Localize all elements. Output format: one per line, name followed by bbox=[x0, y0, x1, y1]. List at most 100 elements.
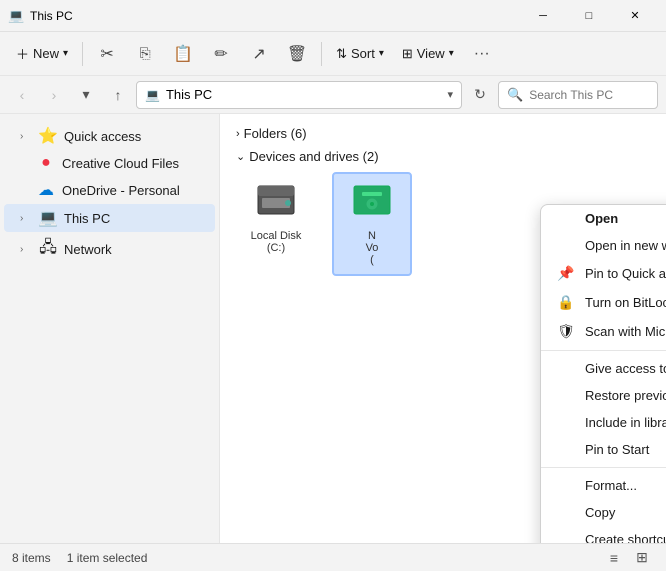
close-button[interactable]: ✕ bbox=[612, 0, 658, 32]
sidebar-item-label: Quick access bbox=[64, 129, 141, 144]
paste-button[interactable]: 📋 bbox=[165, 36, 201, 72]
ctx-library-label: Include in library bbox=[585, 415, 666, 430]
delete-icon: 🗑 bbox=[287, 44, 307, 64]
this-pc-icon: 💻 bbox=[145, 88, 160, 102]
address-bar[interactable]: 💻 This PC ▾ bbox=[136, 81, 462, 109]
title-bar: 💻 This PC ─ □ ✕ bbox=[0, 0, 666, 32]
new-button[interactable]: ＋ New ▾ bbox=[8, 40, 76, 67]
local-disk-icon bbox=[256, 182, 296, 226]
ctx-restore-versions[interactable]: Restore previous versions bbox=[541, 382, 666, 409]
grid-view-button[interactable]: ⊞ bbox=[630, 546, 654, 570]
quick-access-icon: ⭐ bbox=[38, 126, 58, 146]
sidebar-item-label: Network bbox=[64, 242, 112, 257]
cut-button[interactable]: ✂ bbox=[89, 36, 125, 72]
more-options-button[interactable]: ··· bbox=[464, 36, 500, 72]
selection-status: 1 item selected bbox=[67, 551, 148, 565]
window-title: This PC bbox=[30, 9, 520, 23]
minimize-button[interactable]: ─ bbox=[520, 0, 566, 32]
volume-item[interactable]: NVo( bbox=[332, 172, 412, 276]
share-button[interactable]: ↗ bbox=[241, 36, 277, 72]
sidebar-item-network[interactable]: › 🖧 Network bbox=[4, 232, 215, 267]
back-button[interactable]: ‹ bbox=[8, 81, 36, 109]
copy-button[interactable]: ⎘ bbox=[127, 36, 163, 72]
address-chevron-icon: ▾ bbox=[447, 88, 453, 101]
cut-icon: ✂ bbox=[100, 44, 113, 64]
local-disk-item[interactable]: Local Disk (C:) bbox=[236, 172, 316, 276]
this-pc-expand-icon: › bbox=[20, 213, 32, 224]
ctx-pin-start[interactable]: Pin to Start bbox=[541, 436, 666, 463]
search-box[interactable]: 🔍 bbox=[498, 81, 658, 109]
sidebar-item-label: Creative Cloud Files bbox=[62, 156, 179, 171]
paste-icon: 📋 bbox=[173, 44, 193, 64]
sidebar-item-quick-access[interactable]: › ⭐ Quick access bbox=[4, 122, 215, 150]
sort-chevron-icon: ▾ bbox=[379, 48, 384, 59]
sidebar-item-label: This PC bbox=[64, 211, 110, 226]
quick-access-expand-icon: › bbox=[20, 131, 32, 142]
sort-icon: ⇅ bbox=[336, 46, 347, 62]
ctx-open-label: Open bbox=[585, 211, 618, 226]
status-view-controls: ≡ ⊞ bbox=[602, 546, 654, 570]
rename-icon: ✏ bbox=[214, 44, 227, 64]
devices-chevron-icon[interactable]: ⌄ bbox=[236, 150, 245, 163]
network-expand-icon: › bbox=[20, 244, 32, 255]
ctx-copy[interactable]: Copy bbox=[541, 499, 666, 526]
up-button[interactable]: ↑ bbox=[104, 81, 132, 109]
sort-button[interactable]: ⇅ Sort ▾ bbox=[328, 42, 392, 66]
ctx-give-access-label: Give access to bbox=[585, 361, 666, 376]
network-icon: 🖧 bbox=[38, 236, 58, 263]
main-layout: › ⭐ Quick access ● Creative Cloud Files … bbox=[0, 114, 666, 543]
search-input[interactable] bbox=[529, 88, 649, 102]
toolbar-separator-2 bbox=[321, 42, 322, 66]
local-disk-label: Local Disk (C:) bbox=[246, 230, 306, 254]
address-path: This PC bbox=[166, 87, 442, 102]
ctx-format[interactable]: Format... bbox=[541, 472, 666, 499]
search-icon: 🔍 bbox=[507, 87, 523, 103]
creative-cloud-icon: ● bbox=[36, 154, 56, 172]
ctx-defender[interactable]: 🛡 Scan with Microsoft Defender... bbox=[541, 317, 666, 346]
ctx-format-label: Format... bbox=[585, 478, 637, 493]
ctx-pin-quick-access[interactable]: 📌 Pin to Quick access bbox=[541, 259, 666, 288]
maximize-button[interactable]: □ bbox=[566, 0, 612, 32]
ctx-copy-label: Copy bbox=[585, 505, 615, 520]
sidebar-item-this-pc[interactable]: › 💻 This PC bbox=[4, 204, 215, 232]
ctx-open-new-window[interactable]: Open in new window bbox=[541, 232, 666, 259]
sidebar-item-onedrive[interactable]: ☁ OneDrive - Personal bbox=[4, 176, 215, 204]
new-icon: ＋ bbox=[16, 44, 29, 63]
ctx-include-library[interactable]: Include in library › bbox=[541, 409, 666, 436]
sidebar: › ⭐ Quick access ● Creative Cloud Files … bbox=[0, 114, 220, 543]
copy-icon: ⎘ bbox=[139, 45, 150, 62]
more-icon: ··· bbox=[474, 45, 490, 63]
ctx-bitlocker[interactable]: 🔒 Turn on BitLocker bbox=[541, 288, 666, 317]
ctx-give-access[interactable]: Give access to › bbox=[541, 355, 666, 382]
share-icon: ↗ bbox=[252, 44, 265, 64]
ctx-create-shortcut[interactable]: Create shortcut bbox=[541, 526, 666, 543]
view-icon: ⊞ bbox=[402, 46, 413, 62]
ctx-restore-label: Restore previous versions bbox=[585, 388, 666, 403]
forward-button[interactable]: › bbox=[40, 81, 68, 109]
toolbar: ＋ New ▾ ✂ ⎘ 📋 ✏ ↗ 🗑 ⇅ Sort ▾ ⊞ View ▾ ··… bbox=[0, 32, 666, 76]
recent-locations-button[interactable]: ▾ bbox=[72, 81, 100, 109]
folders-chevron-icon[interactable]: › bbox=[236, 128, 240, 140]
view-chevron-icon: ▾ bbox=[449, 48, 454, 59]
ctx-separator-2 bbox=[541, 467, 666, 468]
window-controls: ─ □ ✕ bbox=[520, 0, 658, 32]
ctx-pin-icon: 📌 bbox=[557, 265, 575, 282]
address-row: ‹ › ▾ ↑ 💻 This PC ▾ ↻ 🔍 bbox=[0, 76, 666, 114]
view-button[interactable]: ⊞ View ▾ bbox=[394, 42, 462, 66]
ctx-shortcut-label: Create shortcut bbox=[585, 532, 666, 543]
ctx-open[interactable]: Open bbox=[541, 205, 666, 232]
ctx-defender-label: Scan with Microsoft Defender... bbox=[585, 324, 666, 339]
onedrive-icon: ☁ bbox=[36, 180, 56, 200]
ctx-bitlocker-icon: 🔒 bbox=[557, 294, 575, 311]
toolbar-separator-1 bbox=[82, 42, 83, 66]
ctx-open-new-window-label: Open in new window bbox=[585, 238, 666, 253]
ctx-defender-icon: 🛡 bbox=[557, 323, 575, 340]
list-view-button[interactable]: ≡ bbox=[602, 546, 626, 570]
status-bar: 8 items 1 item selected ≡ ⊞ bbox=[0, 543, 666, 571]
delete-button[interactable]: 🗑 bbox=[279, 36, 315, 72]
refresh-button[interactable]: ↻ bbox=[466, 81, 494, 109]
sidebar-item-creative-cloud[interactable]: ● Creative Cloud Files bbox=[4, 150, 215, 176]
devices-header-label: Devices and drives (2) bbox=[249, 149, 378, 164]
ctx-pin-start-label: Pin to Start bbox=[585, 442, 649, 457]
rename-button[interactable]: ✏ bbox=[203, 36, 239, 72]
